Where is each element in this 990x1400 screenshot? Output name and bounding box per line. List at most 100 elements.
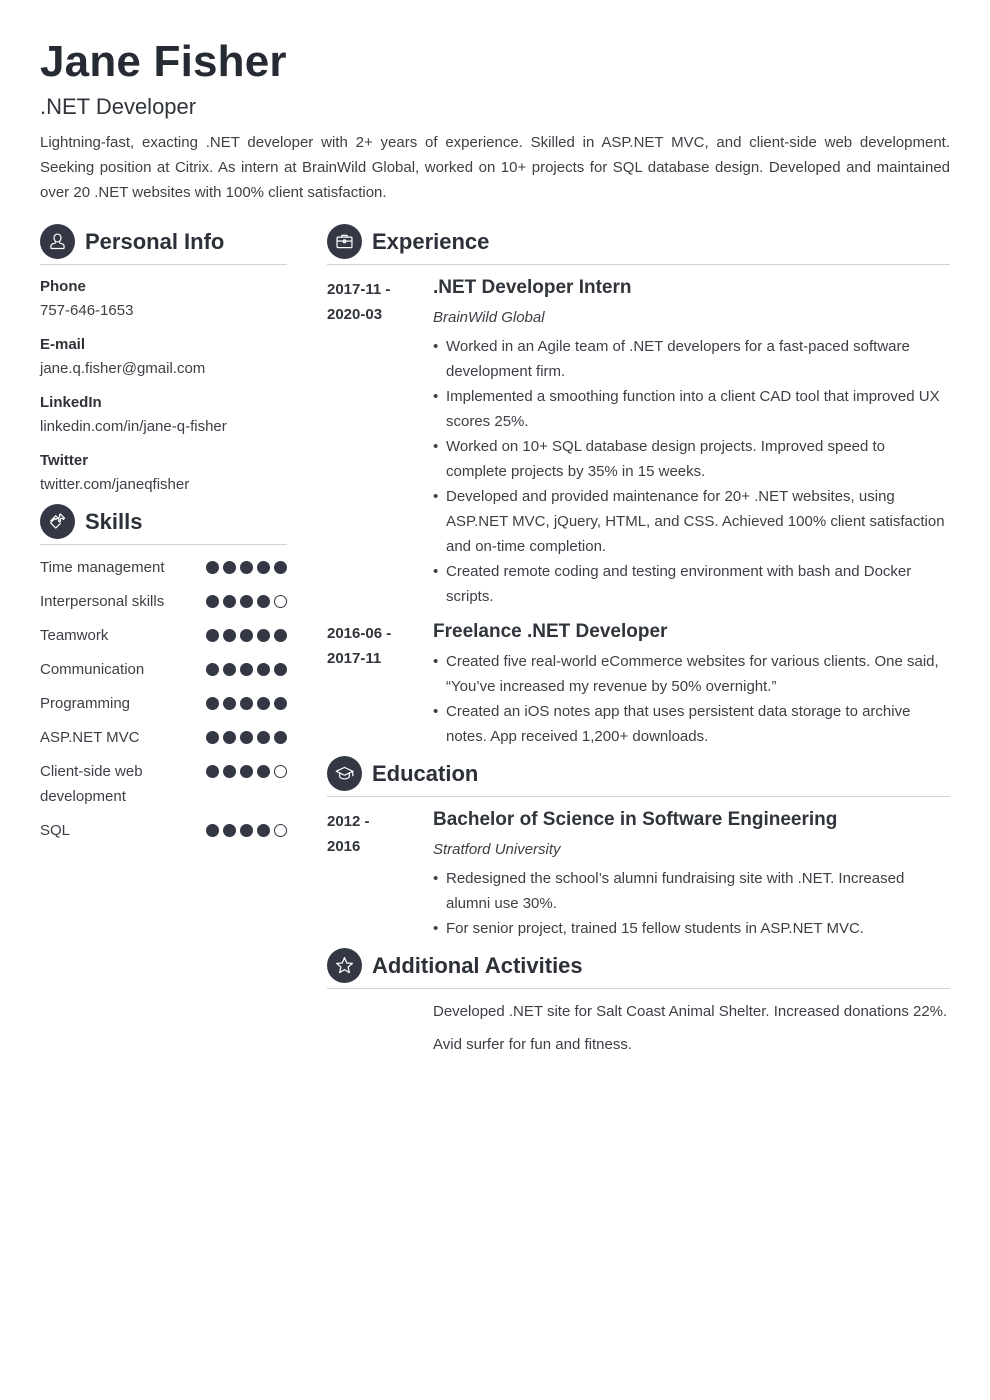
filled-dot-icon — [223, 765, 236, 778]
filled-dot-icon — [257, 629, 270, 642]
skill-rating — [206, 691, 287, 710]
section-title: Experience — [372, 228, 490, 254]
experience-section: Experience 2017-11 - 2020-03 .NET Develope… — [327, 224, 950, 749]
field-label: Twitter — [40, 452, 89, 469]
field-label: Phone — [40, 278, 86, 295]
filled-dot-icon — [240, 663, 253, 676]
filled-dot-icon — [240, 731, 253, 744]
filled-dot-icon — [257, 561, 270, 574]
education-list: 2012 - 2016 Bachelor of Science in Softwar… — [327, 807, 950, 941]
field-value: twitter.com/janeqfisher — [40, 476, 190, 493]
bullet-item: Redesigned the school’s alumni fundraisi… — [433, 866, 950, 916]
filled-dot-icon — [223, 697, 236, 710]
section-title: Skills — [85, 508, 143, 534]
skill-name: Communication — [40, 661, 145, 678]
candidate-title: .NET Developer — [40, 94, 197, 119]
personal-info-item: Twitter twitter.com/janeqfisher — [40, 449, 287, 497]
user-icon — [40, 224, 75, 259]
entry-date: 2017-11 - 2020-03 — [327, 275, 433, 609]
bullet-item: Created an iOS notes app that uses persi… — [433, 699, 950, 749]
personal-info-item: LinkedIn linkedin.com/in/jane-q-fisher — [40, 391, 287, 439]
date-end: 2016 — [327, 838, 361, 855]
experience-entry: 2016-06 - 2017-11 Freelance .NET Developer… — [327, 619, 950, 749]
section-title: Additional Activities — [372, 952, 583, 978]
section-title: Personal Info — [85, 228, 225, 254]
bullet-item: Worked in an Agile team of .NET develope… — [433, 334, 950, 384]
skill-rating — [206, 623, 287, 642]
entry-body: .NET Developer Intern BrainWild Global Wor… — [433, 275, 950, 609]
activities-list: Developed .NET site for Salt Coast Anima… — [327, 999, 950, 1057]
personal-info-item: E-mail jane.q.fisher@gmail.com — [40, 333, 287, 381]
entry-bullets: Created five real-world eCommerce websit… — [433, 649, 950, 749]
entry-body: Freelance .NET Developer Created five rea… — [433, 619, 950, 749]
section-header: Personal Info — [40, 224, 287, 265]
skill-item: Time management — [40, 555, 287, 580]
puzzle-icon — [40, 504, 75, 539]
filled-dot-icon — [206, 561, 219, 574]
briefcase-icon — [327, 224, 362, 259]
entry-bullets: Worked in an Agile team of .NET develope… — [433, 334, 950, 609]
filled-dot-icon — [257, 731, 270, 744]
filled-dot-icon — [206, 731, 219, 744]
filled-dot-icon — [223, 561, 236, 574]
right-column: Experience 2017-11 - 2020-03 .NET Develope… — [327, 224, 950, 1065]
empty-dot-icon — [274, 824, 287, 837]
skills-section: Skills Time management Interpersonal skil… — [40, 504, 287, 843]
skill-name: Interpersonal skills — [40, 593, 165, 610]
filled-dot-icon — [257, 697, 270, 710]
date-start: 2012 - — [327, 813, 370, 830]
filled-dot-icon — [257, 824, 270, 837]
skill-item: Communication — [40, 657, 287, 682]
filled-dot-icon — [223, 629, 236, 642]
skills-list: Time management Interpersonal skills Teamw… — [40, 555, 287, 843]
filled-dot-icon — [274, 561, 287, 574]
experience-entry: 2017-11 - 2020-03 .NET Developer Intern Bra… — [327, 275, 950, 609]
skill-name: Time management — [40, 559, 165, 576]
filled-dot-icon — [257, 663, 270, 676]
skill-item: SQL — [40, 818, 287, 843]
filled-dot-icon — [257, 595, 270, 608]
skill-rating — [206, 657, 287, 676]
personal-info-section: Personal Info Phone 757-646-1653 E-mail jan… — [40, 224, 287, 497]
bullet-item: Worked on 10+ SQL database design projec… — [433, 434, 950, 484]
section-header: Skills — [40, 504, 287, 545]
filled-dot-icon — [223, 731, 236, 744]
field-label: E-mail — [40, 336, 86, 353]
activity-item: Developed .NET site for Salt Coast Anima… — [433, 1003, 948, 1020]
date-start: 2016-06 - — [327, 625, 392, 642]
education-section: Education 2012 - 2016 Bachelor of Science … — [327, 756, 950, 941]
skill-item: Programming — [40, 691, 287, 716]
field-value: jane.q.fisher@gmail.com — [40, 360, 206, 377]
filled-dot-icon — [223, 824, 236, 837]
skill-name: Teamwork — [40, 627, 109, 644]
bullet-item: Created five real-world eCommerce websit… — [433, 649, 950, 699]
activity-item: Avid surfer for fun and fitness. — [433, 1036, 632, 1053]
entry-role: Bachelor of Science in Software Engineer… — [433, 809, 838, 830]
skill-rating — [206, 555, 287, 574]
filled-dot-icon — [206, 663, 219, 676]
filled-dot-icon — [223, 663, 236, 676]
skill-rating — [206, 759, 287, 778]
filled-dot-icon — [240, 629, 253, 642]
filled-dot-icon — [274, 629, 287, 642]
filled-dot-icon — [240, 824, 253, 837]
filled-dot-icon — [206, 595, 219, 608]
bullet-item: Developed and provided maintenance for 2… — [433, 484, 950, 559]
entry-role: .NET Developer Intern — [433, 277, 632, 298]
filled-dot-icon — [274, 731, 287, 744]
filled-dot-icon — [206, 697, 219, 710]
entry-date: 2012 - 2016 — [327, 807, 433, 941]
summary: Lightning-fast, exacting .NET developer … — [40, 134, 950, 201]
entry-date: 2016-06 - 2017-11 — [327, 619, 433, 749]
section-title: Education — [372, 760, 479, 786]
graduation-cap-icon — [327, 756, 362, 791]
entry-organization: BrainWild Global — [433, 309, 545, 326]
skill-item: Teamwork — [40, 623, 287, 648]
filled-dot-icon — [240, 561, 253, 574]
resume-page: Jane Fisher .NET Developer Lightning-fas… — [40, 36, 950, 1053]
section-header: Additional Activities — [327, 948, 950, 989]
bullet-item: For senior project, trained 15 fellow st… — [433, 916, 950, 941]
section-header: Education — [327, 756, 950, 797]
skill-item: Client-side web development — [40, 759, 287, 809]
field-label: LinkedIn — [40, 394, 102, 411]
